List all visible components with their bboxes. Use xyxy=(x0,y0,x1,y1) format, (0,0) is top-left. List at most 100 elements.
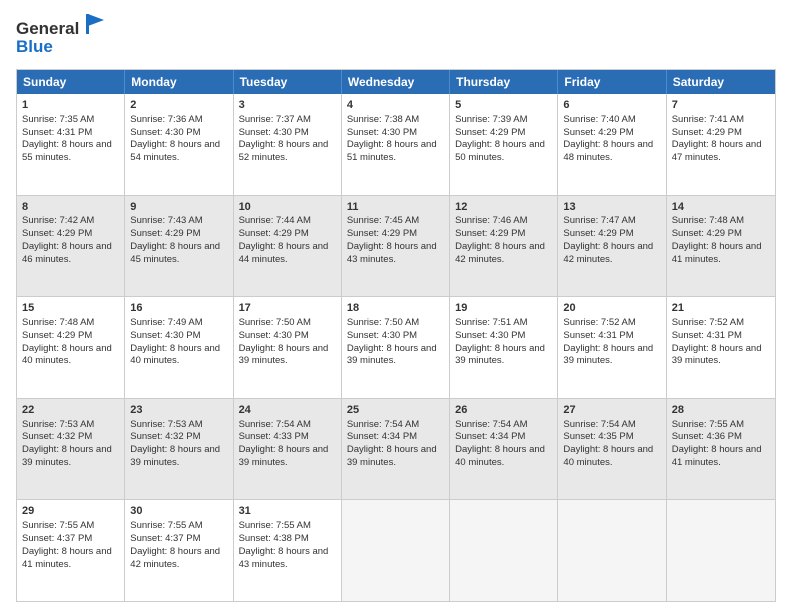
empty-cell xyxy=(342,500,450,601)
day-number: 9 xyxy=(130,200,227,215)
calendar-day-8: 8Sunrise: 7:42 AMSunset: 4:29 PMDaylight… xyxy=(17,196,125,297)
sunset-text: Sunset: 4:29 PM xyxy=(563,228,633,239)
sunset-text: Sunset: 4:30 PM xyxy=(455,330,525,341)
calendar-header: SundayMondayTuesdayWednesdayThursdayFrid… xyxy=(17,70,775,94)
daylight-text: Daylight: 8 hours and 42 minutes. xyxy=(130,546,220,570)
day-number: 6 xyxy=(563,98,660,113)
daylight-text: Daylight: 8 hours and 55 minutes. xyxy=(22,139,112,163)
sunrise-text: Sunrise: 7:54 AM xyxy=(563,419,635,430)
sunset-text: Sunset: 4:29 PM xyxy=(563,127,633,138)
sunset-text: Sunset: 4:29 PM xyxy=(347,228,417,239)
daylight-text: Daylight: 8 hours and 54 minutes. xyxy=(130,139,220,163)
empty-cell xyxy=(558,500,666,601)
sunrise-text: Sunrise: 7:55 AM xyxy=(22,520,94,531)
day-number: 17 xyxy=(239,301,336,316)
calendar: SundayMondayTuesdayWednesdayThursdayFrid… xyxy=(16,69,776,602)
week-row-2: 8Sunrise: 7:42 AM Sunset: 4:29 PM Daylight… xyxy=(17,196,775,298)
sunset-text: Sunset: 4:33 PM xyxy=(239,431,309,442)
calendar-day-22: 22Sunrise: 7:53 AMSunset: 4:32 PMDayligh… xyxy=(17,399,125,500)
sunset-text: Sunset: 4:30 PM xyxy=(239,330,309,341)
daylight-text: Daylight: 8 hours and 45 minutes. xyxy=(130,241,220,265)
sunset-text: Sunset: 4:32 PM xyxy=(22,431,92,442)
daylight-text: Daylight: 8 hours and 40 minutes. xyxy=(130,343,220,367)
daylight-text: Daylight: 8 hours and 42 minutes. xyxy=(455,241,545,265)
daylight-text: Daylight: 8 hours and 41 minutes. xyxy=(672,444,762,468)
sunset-text: Sunset: 4:29 PM xyxy=(130,228,200,239)
sunrise-text: Sunrise: 7:42 AM xyxy=(22,215,94,226)
sunrise-text: Sunrise: 7:54 AM xyxy=(239,419,311,430)
sunset-text: Sunset: 4:29 PM xyxy=(672,228,742,239)
sunrise-text: Sunrise: 7:38 AM xyxy=(347,114,419,125)
sunset-text: Sunset: 4:29 PM xyxy=(22,330,92,341)
daylight-text: Daylight: 8 hours and 46 minutes. xyxy=(22,241,112,265)
sunset-text: Sunset: 4:36 PM xyxy=(672,431,742,442)
calendar-day-1: 1Sunrise: 7:35 AMSunset: 4:31 PMDaylight… xyxy=(17,94,125,195)
week-row-3: 15Sunrise: 7:48 AMSunset: 4:29 PMDayligh… xyxy=(17,297,775,399)
sunrise-text: Sunrise: 7:55 AM xyxy=(239,520,311,531)
calendar-day-9: 9Sunrise: 7:43 AM Sunset: 4:29 PM Daylight… xyxy=(125,196,233,297)
sunrise-text: Sunrise: 7:54 AM xyxy=(455,419,527,430)
daylight-text: Daylight: 8 hours and 52 minutes. xyxy=(239,139,329,163)
calendar-day-5: 5Sunrise: 7:39 AMSunset: 4:29 PMDaylight… xyxy=(450,94,558,195)
day-number: 27 xyxy=(563,403,660,418)
sunrise-text: Sunrise: 7:47 AM xyxy=(563,215,635,226)
sunrise-text: Sunrise: 7:52 AM xyxy=(672,317,744,328)
sunrise-text: Sunrise: 7:50 AM xyxy=(347,317,419,328)
daylight-text: Daylight: 8 hours and 47 minutes. xyxy=(672,139,762,163)
sunset-text: Sunset: 4:30 PM xyxy=(347,330,417,341)
sunrise-text: Sunrise: 7:39 AM xyxy=(455,114,527,125)
day-number: 25 xyxy=(347,403,444,418)
sunset-text: Sunset: 4:37 PM xyxy=(22,533,92,544)
sunset-text: Sunset: 4:30 PM xyxy=(239,127,309,138)
daylight-text: Daylight: 8 hours and 39 minutes. xyxy=(347,343,437,367)
sunrise-text: Sunrise: 7:53 AM xyxy=(130,419,202,430)
sunrise-text: Sunrise: 7:43 AM xyxy=(130,215,202,226)
sunset-text: Sunset: 4:34 PM xyxy=(347,431,417,442)
sunrise-text: Sunrise: 7:53 AM xyxy=(22,419,94,430)
sunrise-text: Sunrise: 7:46 AM xyxy=(455,215,527,226)
calendar-day-18: 18Sunrise: 7:50 AMSunset: 4:30 PMDayligh… xyxy=(342,297,450,398)
daylight-text: Daylight: 8 hours and 41 minutes. xyxy=(22,546,112,570)
daylight-text: Daylight: 8 hours and 43 minutes. xyxy=(347,241,437,265)
daylight-text: Daylight: 8 hours and 50 minutes. xyxy=(455,139,545,163)
sunset-text: Sunset: 4:31 PM xyxy=(672,330,742,341)
sunset-text: Sunset: 4:30 PM xyxy=(130,330,200,341)
sunrise-text: Sunrise: 7:36 AM xyxy=(130,114,202,125)
empty-cell xyxy=(667,500,775,601)
daylight-text: Daylight: 8 hours and 39 minutes. xyxy=(672,343,762,367)
daylight-text: Daylight: 8 hours and 39 minutes. xyxy=(22,444,112,468)
day-number: 1 xyxy=(22,98,119,113)
daylight-text: Daylight: 8 hours and 40 minutes. xyxy=(563,444,653,468)
day-number: 21 xyxy=(672,301,770,316)
sunrise-text: Sunrise: 7:44 AM xyxy=(239,215,311,226)
daylight-text: Daylight: 8 hours and 43 minutes. xyxy=(239,546,329,570)
day-header-tuesday: Tuesday xyxy=(234,70,342,94)
day-number: 16 xyxy=(130,301,227,316)
day-number: 14 xyxy=(672,200,770,215)
daylight-text: Daylight: 8 hours and 41 minutes. xyxy=(672,241,762,265)
calendar-day-23: 23Sunrise: 7:53 AMSunset: 4:32 PMDayligh… xyxy=(125,399,233,500)
calendar-day-27: 27Sunrise: 7:54 AMSunset: 4:35 PMDayligh… xyxy=(558,399,666,500)
sunrise-text: Sunrise: 7:51 AM xyxy=(455,317,527,328)
day-number: 13 xyxy=(563,200,660,215)
page: General Blue SundayMondayTuesdayWednesda… xyxy=(0,0,792,612)
calendar-day-2: 2Sunrise: 7:36 AMSunset: 4:30 PMDaylight… xyxy=(125,94,233,195)
sunrise-text: Sunrise: 7:35 AM xyxy=(22,114,94,125)
sunset-text: Sunset: 4:32 PM xyxy=(130,431,200,442)
logo: General Blue xyxy=(16,12,106,61)
calendar-day-4: 4Sunrise: 7:38 AMSunset: 4:30 PMDaylight… xyxy=(342,94,450,195)
day-number: 10 xyxy=(239,200,336,215)
sunset-text: Sunset: 4:34 PM xyxy=(455,431,525,442)
calendar-body: 1Sunrise: 7:35 AM Sunset: 4:31 PM Daylight… xyxy=(17,94,775,601)
daylight-text: Daylight: 8 hours and 39 minutes. xyxy=(455,343,545,367)
sunrise-text: Sunrise: 7:55 AM xyxy=(672,419,744,430)
daylight-text: Daylight: 8 hours and 42 minutes. xyxy=(563,241,653,265)
sunrise-text: Sunrise: 7:37 AM xyxy=(239,114,311,125)
sunset-text: Sunset: 4:29 PM xyxy=(672,127,742,138)
logo-svg: General Blue xyxy=(16,12,106,56)
sunset-text: Sunset: 4:30 PM xyxy=(347,127,417,138)
calendar-day-31: 31Sunrise: 7:55 AMSunset: 4:38 PMDayligh… xyxy=(234,500,342,601)
day-number: 8 xyxy=(22,200,119,215)
calendar-day-28: 28Sunrise: 7:55 AMSunset: 4:36 PMDayligh… xyxy=(667,399,775,500)
day-number: 11 xyxy=(347,200,444,215)
